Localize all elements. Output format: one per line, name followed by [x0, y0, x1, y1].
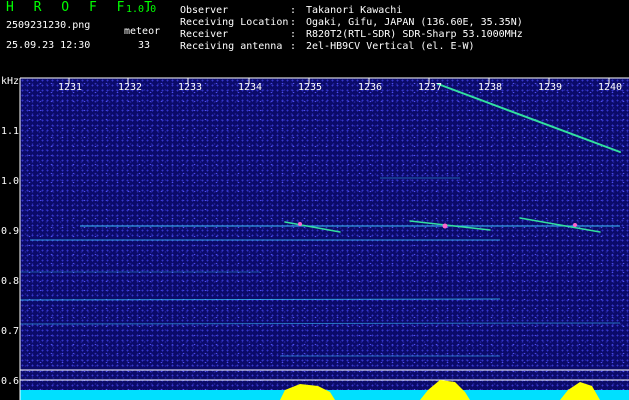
x-tick-label: 1240	[598, 82, 622, 93]
x-tick-label: 1239	[538, 82, 562, 93]
carrier-traces	[19, 177, 621, 357]
trace-line	[19, 298, 501, 301]
y-tick-label: 0.9	[1, 226, 19, 237]
x-tick-label: 1236	[358, 82, 382, 93]
meteor-echoes	[284, 83, 621, 233]
x-tick-label: 1231	[58, 82, 82, 93]
y-tick-label: 1.0	[1, 176, 19, 187]
x-tick-label: 1238	[478, 82, 502, 93]
meteor-trail	[284, 221, 341, 233]
x-ticks	[68, 78, 610, 84]
meteor-head	[573, 223, 577, 227]
meteor-head	[298, 222, 302, 226]
meteor-trail	[437, 83, 621, 153]
y-tick-label: 1.1	[1, 126, 19, 137]
y-unit-label: kHz	[1, 76, 19, 87]
level-peak	[280, 384, 335, 400]
meteor-head	[442, 223, 448, 229]
x-tick-label: 1237	[418, 82, 442, 93]
x-tick-label: 1235	[298, 82, 322, 93]
spectrogram-overlay: kHz 1.1 1.0 0.9 0.8 0.7 0.6 1231 1232 12…	[1, 76, 629, 400]
meteor-trail	[519, 217, 601, 233]
x-tick-label: 1232	[118, 82, 142, 93]
reference-lines	[20, 369, 629, 381]
axes: kHz 1.1 1.0 0.9 0.8 0.7 0.6 1231 1232 12…	[1, 76, 629, 400]
y-tick-label: 0.6	[1, 376, 19, 387]
y-tick-label: 0.8	[1, 276, 19, 287]
x-tick-label: 1234	[238, 82, 262, 93]
y-tick-label: 0.7	[1, 326, 19, 337]
x-tick-label: 1233	[178, 82, 202, 93]
trace-line	[19, 322, 621, 325]
signal-level-strip	[20, 380, 629, 400]
